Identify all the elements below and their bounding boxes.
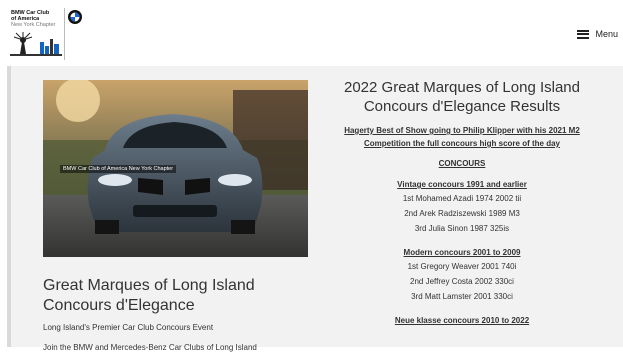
menu-button[interactable]: Menu (577, 29, 618, 39)
hamburger-icon (577, 29, 590, 39)
result-item: 1st Gregory Weaver 2001 740i (407, 262, 517, 271)
statue-of-liberty-skyline-icon (10, 32, 62, 56)
modern-heading: Modern concours 2001 to 2009 (403, 248, 521, 257)
best-of-show-link[interactable]: Hagerty Best of Show going to Philip Kli… (323, 124, 601, 150)
result-item: 2nd Jeffrey Costa 2002 330ci (410, 277, 514, 286)
event-subtitle: Long Island's Premier Car Club Concours … (43, 323, 214, 332)
event-title: Great Marques of Long Island Concours d'… (43, 277, 255, 314)
results-title: 2022 Great Marques of Long Island Concou… (344, 79, 580, 115)
scroll-track[interactable] (7, 66, 11, 347)
site-header: BMW Car Club of America New York Chapter… (0, 0, 623, 66)
vintage-heading: Vintage concours 1991 and earlier (397, 180, 527, 189)
concours-heading: CONCOURS (438, 159, 486, 168)
event-description: Join the BMW and Mercedes-Benz Car Clubs… (43, 343, 257, 352)
neue-klasse-heading: Neue klasse concours 2010 to 2022 (394, 316, 530, 325)
bmw-roundel-icon (68, 10, 82, 24)
result-item: 2nd Arek Radziszewski 1989 M3 (404, 209, 520, 218)
logo-divider (64, 8, 65, 60)
result-item: 3rd Matt Lamster 2001 330ci (411, 292, 513, 301)
club-logo-text[interactable]: BMW Car Club of America New York Chapter (11, 10, 55, 28)
menu-label: Menu (595, 29, 618, 39)
results-column: 2022 Great Marques of Long Island Concou… (323, 78, 601, 327)
photo-caption: BMW Car Club of America New York Chapter (60, 165, 177, 173)
result-item: 1st Mohamed Azadi 1974 2002 tii (402, 194, 522, 203)
logo-line-3: New York Chapter (11, 22, 56, 28)
result-item: 3rd Julia Sinon 1987 325is (414, 224, 510, 233)
